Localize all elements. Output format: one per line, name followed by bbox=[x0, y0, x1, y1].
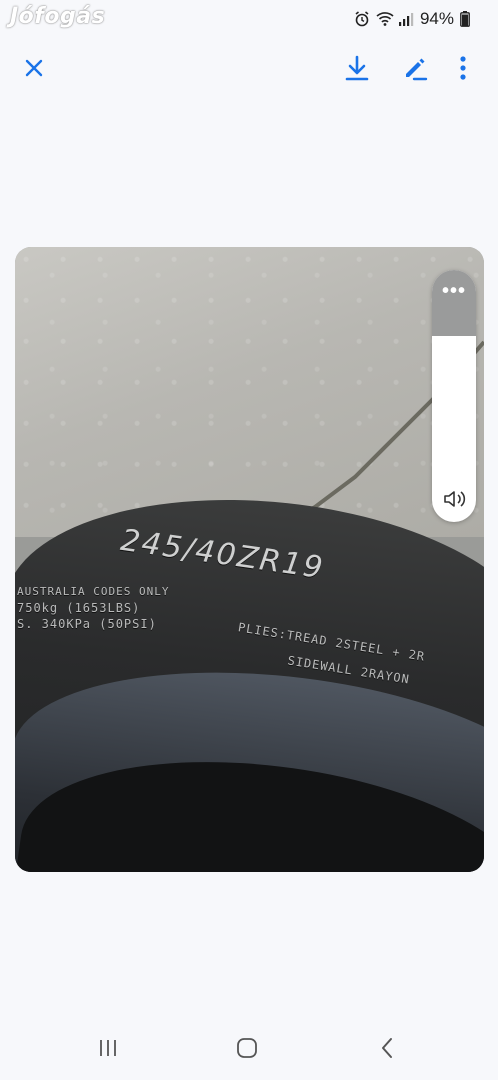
edit-button[interactable] bbox=[399, 54, 431, 86]
close-icon bbox=[24, 58, 44, 83]
recents-button[interactable] bbox=[88, 1036, 128, 1064]
more-options-button[interactable] bbox=[447, 54, 479, 86]
tire-text-line3: S. 340KPa (50PSI) bbox=[17, 617, 157, 631]
side-panel[interactable]: ••• bbox=[432, 270, 476, 522]
status-icons: 94% bbox=[354, 9, 476, 29]
tire-photo[interactable]: 245/40ZR19 AUSTRALIA CODES ONLY 750kg (1… bbox=[15, 247, 484, 872]
watermark: Jófogás bbox=[10, 4, 106, 29]
more-horiz-icon[interactable]: ••• bbox=[432, 280, 476, 303]
top-app-bar bbox=[0, 48, 498, 92]
more-vert-icon bbox=[459, 55, 467, 86]
wifi-icon bbox=[376, 11, 394, 27]
navigation-bar bbox=[0, 1020, 498, 1080]
back-button[interactable] bbox=[367, 1036, 407, 1064]
battery-icon bbox=[460, 11, 476, 27]
alarm-icon bbox=[354, 11, 370, 27]
download-button[interactable] bbox=[341, 54, 373, 86]
home-icon bbox=[236, 1037, 258, 1064]
back-icon bbox=[380, 1037, 394, 1064]
signal-icon bbox=[398, 11, 414, 27]
tire-text-line1: AUSTRALIA CODES ONLY bbox=[17, 585, 170, 598]
tire-text-line2: 750kg (1653LBS) bbox=[17, 601, 141, 615]
edit-icon bbox=[402, 55, 428, 86]
status-bar: Jófogás 94% bbox=[0, 0, 498, 38]
download-icon bbox=[345, 55, 369, 86]
recents-icon bbox=[98, 1039, 118, 1062]
battery-percentage: 94% bbox=[419, 9, 454, 28]
volume-icon[interactable] bbox=[441, 486, 467, 512]
close-button[interactable] bbox=[18, 54, 50, 86]
home-button[interactable] bbox=[227, 1036, 267, 1064]
